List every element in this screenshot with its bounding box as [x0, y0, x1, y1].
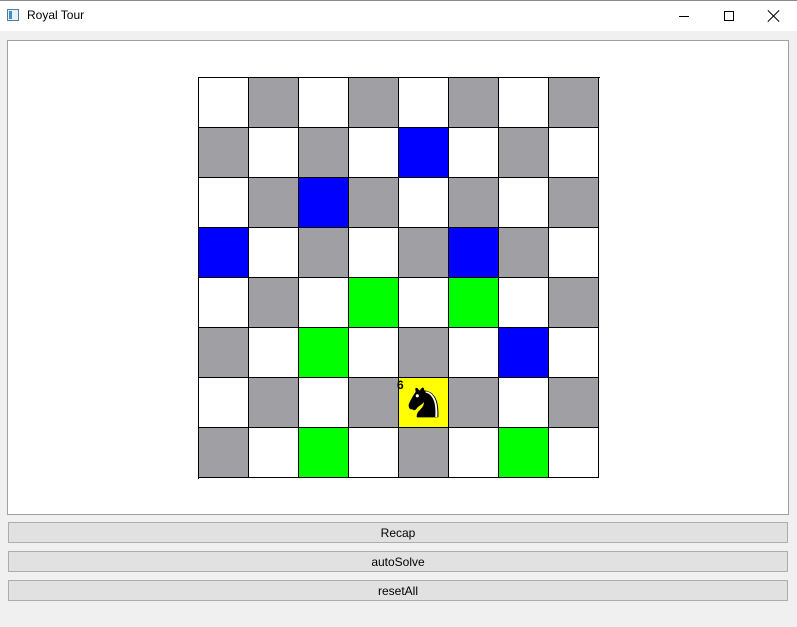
board-square[interactable]	[499, 428, 549, 478]
board-square[interactable]	[449, 228, 499, 278]
board-square[interactable]	[199, 278, 249, 328]
board-square[interactable]	[449, 178, 499, 228]
board-square[interactable]	[399, 228, 449, 278]
board-square[interactable]	[499, 78, 549, 128]
board-square[interactable]	[299, 178, 349, 228]
board-square[interactable]	[249, 178, 299, 228]
board-square[interactable]	[249, 78, 299, 128]
board-square[interactable]	[549, 178, 599, 228]
board-square[interactable]	[349, 178, 399, 228]
board-square[interactable]	[549, 428, 599, 478]
board-square[interactable]	[399, 428, 449, 478]
board-square[interactable]	[499, 378, 549, 428]
board-square[interactable]	[499, 128, 549, 178]
board-square[interactable]	[299, 378, 349, 428]
maximize-icon	[724, 11, 734, 21]
board-square[interactable]	[549, 378, 599, 428]
board-square[interactable]	[299, 128, 349, 178]
board-square[interactable]	[449, 378, 499, 428]
board-square[interactable]	[299, 428, 349, 478]
board-square[interactable]	[199, 78, 249, 128]
board-square[interactable]	[349, 378, 399, 428]
board-square[interactable]	[549, 228, 599, 278]
board-square[interactable]	[399, 178, 449, 228]
chess-board: 6	[198, 77, 600, 479]
close-button[interactable]	[751, 1, 797, 31]
window-title: Royal Tour	[27, 8, 85, 22]
board-panel: 6	[7, 40, 789, 515]
board-square[interactable]	[349, 128, 399, 178]
board-square[interactable]	[199, 128, 249, 178]
close-icon	[768, 10, 780, 22]
board-square[interactable]	[299, 278, 349, 328]
board-square[interactable]	[349, 278, 399, 328]
board-square[interactable]	[449, 278, 499, 328]
board-square[interactable]	[349, 228, 399, 278]
recap-button[interactable]: Recap	[8, 522, 788, 543]
reset-all-button[interactable]: resetAll	[8, 580, 788, 601]
board-square[interactable]	[349, 328, 399, 378]
board-square[interactable]	[249, 328, 299, 378]
board-square[interactable]	[249, 228, 299, 278]
board-square[interactable]	[349, 428, 399, 478]
board-square[interactable]	[449, 128, 499, 178]
board-square[interactable]	[249, 378, 299, 428]
board-square[interactable]	[499, 228, 549, 278]
board-square[interactable]	[549, 278, 599, 328]
knight-square[interactable]: 6	[397, 378, 449, 428]
move-number-label: 6	[397, 378, 404, 392]
board-square[interactable]	[399, 328, 449, 378]
board-square[interactable]	[249, 128, 299, 178]
board-square[interactable]	[549, 78, 599, 128]
board-square[interactable]	[499, 328, 549, 378]
board-square[interactable]	[549, 128, 599, 178]
maximize-button[interactable]	[706, 1, 752, 31]
board-square[interactable]	[199, 378, 249, 428]
board-square[interactable]	[399, 278, 449, 328]
window-app-icon	[7, 9, 19, 21]
minimize-button[interactable]	[661, 1, 707, 31]
board-square[interactable]	[499, 278, 549, 328]
board-square[interactable]	[399, 128, 449, 178]
board-square[interactable]	[249, 278, 299, 328]
board-square[interactable]	[499, 178, 549, 228]
board-square[interactable]	[199, 178, 249, 228]
board-square[interactable]	[199, 228, 249, 278]
knight-icon	[408, 387, 439, 418]
minimize-icon	[679, 15, 689, 17]
board-square[interactable]	[449, 78, 499, 128]
board-square[interactable]	[349, 78, 399, 128]
board-square[interactable]	[399, 78, 449, 128]
board-square[interactable]	[299, 78, 349, 128]
title-bar: Royal Tour	[0, 0, 797, 31]
board-square[interactable]	[449, 328, 499, 378]
board-square[interactable]	[199, 428, 249, 478]
board-square[interactable]	[549, 328, 599, 378]
board-square[interactable]	[249, 428, 299, 478]
board-square[interactable]	[299, 328, 349, 378]
board-square[interactable]	[199, 328, 249, 378]
board-square[interactable]	[449, 428, 499, 478]
autosolve-button[interactable]: autoSolve	[8, 551, 788, 572]
board-square[interactable]	[299, 228, 349, 278]
